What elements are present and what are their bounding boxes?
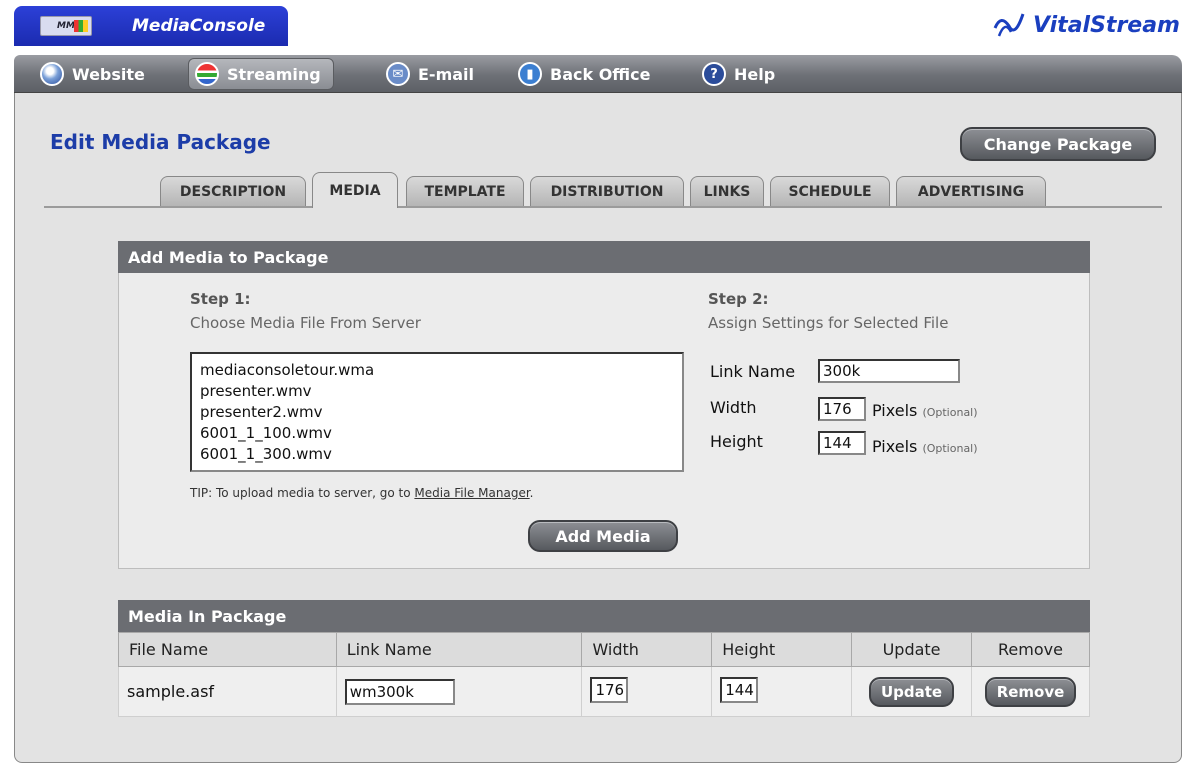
chart-icon: ▮	[518, 62, 542, 86]
tabs-baseline	[44, 206, 1162, 208]
link-name-input[interactable]: 300k	[818, 359, 960, 383]
pixels-text: Pixels	[872, 437, 918, 456]
help-icon: ?	[702, 62, 726, 86]
col-remove: Remove	[971, 632, 1090, 667]
col-height: Height	[711, 632, 853, 667]
height-pixels-label: Pixels (Optional)	[872, 437, 978, 456]
row-height-cell: 144	[711, 666, 853, 717]
height-input[interactable]: 144	[818, 431, 866, 455]
remove-button[interactable]: Remove	[984, 676, 1077, 707]
step2-title: Step 2:	[708, 290, 769, 308]
media-in-package-table: File Name Link Name Width Height Update …	[118, 632, 1090, 717]
nav-label: Streaming	[227, 64, 321, 84]
brand-name: VitalStream	[1033, 12, 1180, 38]
file-list-item[interactable]: presenter.wmv	[200, 381, 674, 402]
tab-schedule[interactable]: SCHEDULE	[770, 176, 890, 206]
nav-back-office[interactable]: ▮ Back Office	[512, 58, 662, 90]
optional-text: (Optional)	[922, 406, 978, 419]
table-header-row: File Name Link Name Width Height Update …	[118, 632, 1090, 667]
tab-advertising[interactable]: ADVERTISING	[896, 176, 1046, 206]
nav-label: Website	[72, 64, 145, 84]
col-update: Update	[851, 632, 973, 667]
tab-template[interactable]: TEMPLATE	[406, 176, 524, 206]
height-label: Height	[710, 432, 763, 451]
row-remove-cell: Remove	[971, 666, 1090, 717]
add-media-panel-header: Add Media to Package	[118, 241, 1090, 273]
col-link-name: Link Name	[335, 632, 583, 667]
vitalstream-logo: VitalStream	[991, 8, 1180, 42]
nav-streaming[interactable]: Streaming	[188, 58, 334, 90]
tip-text: TIP: To upload media to server, go to	[190, 486, 415, 500]
tab-media[interactable]: MEDIA	[312, 172, 398, 208]
pixels-text: Pixels	[872, 401, 918, 420]
step2-subtitle: Assign Settings for Selected File	[708, 314, 949, 332]
row-update-cell: Update	[851, 666, 973, 717]
step1-title: Step 1:	[190, 290, 251, 308]
row-height-input[interactable]: 144	[720, 676, 759, 703]
row-width-cell: 176	[581, 666, 713, 717]
update-button[interactable]: Update	[868, 676, 955, 707]
logo-text: MM	[57, 21, 75, 31]
table-row: sample.asf wm300k 176 144 Update Remove	[118, 666, 1090, 717]
row-link-name-cell: wm300k	[335, 666, 583, 717]
main-nav: Website Streaming ✉ E-mail ▮ Back Office…	[14, 55, 1182, 93]
waves-icon	[195, 62, 219, 86]
change-package-button[interactable]: Change Package	[960, 127, 1156, 161]
nav-email[interactable]: ✉ E-mail	[380, 58, 486, 90]
row-file-name: sample.asf	[118, 666, 337, 717]
mediaconsole-logo: MM	[40, 16, 92, 36]
width-label: Width	[710, 398, 757, 417]
tab-distribution[interactable]: DISTRIBUTION	[530, 176, 684, 206]
file-list-item[interactable]: 6001_1_100.wmv	[200, 423, 674, 444]
app-name: MediaConsole	[132, 16, 266, 36]
width-input[interactable]: 176	[818, 397, 866, 421]
help-glyph: ?	[710, 66, 718, 82]
row-width-input[interactable]: 176	[590, 676, 629, 703]
nav-label: Back Office	[550, 64, 651, 84]
page-title: Edit Media Package	[50, 130, 271, 154]
file-list-item[interactable]: presenter2.wmv	[200, 402, 674, 423]
mail-icon: ✉	[386, 62, 410, 86]
media-in-package-header: Media In Package	[118, 600, 1090, 632]
step1-subtitle: Choose Media File From Server	[190, 314, 421, 332]
media-file-list[interactable]: mediaconsoletour.wma presenter.wmv prese…	[190, 352, 684, 472]
upload-tip: TIP: To upload media to server, go to Me…	[190, 486, 533, 500]
tab-links[interactable]: LINKS	[690, 176, 764, 206]
app-brand-tab: MM MediaConsole	[14, 6, 288, 46]
nav-help[interactable]: ? Help	[696, 58, 787, 90]
row-link-name-input[interactable]: wm300k	[344, 678, 455, 705]
add-media-button[interactable]: Add Media	[528, 520, 678, 552]
nav-label: E-mail	[418, 64, 475, 84]
media-file-manager-link[interactable]: Media File Manager	[414, 486, 529, 500]
globe-icon	[40, 62, 64, 86]
nav-website[interactable]: Website	[34, 58, 157, 90]
tab-description[interactable]: DESCRIPTION	[160, 176, 306, 206]
nav-label: Help	[734, 64, 776, 84]
tip-suffix: .	[529, 486, 534, 500]
col-width: Width	[581, 632, 713, 667]
link-name-label: Link Name	[710, 362, 796, 381]
col-file-name: File Name	[118, 632, 337, 667]
file-list-item[interactable]: 6001_1_300.wmv	[200, 444, 674, 465]
width-pixels-label: Pixels (Optional)	[872, 401, 978, 420]
vitalstream-mark-icon	[993, 13, 1025, 37]
optional-text: (Optional)	[922, 442, 978, 455]
file-list-item[interactable]: mediaconsoletour.wma	[200, 360, 674, 381]
